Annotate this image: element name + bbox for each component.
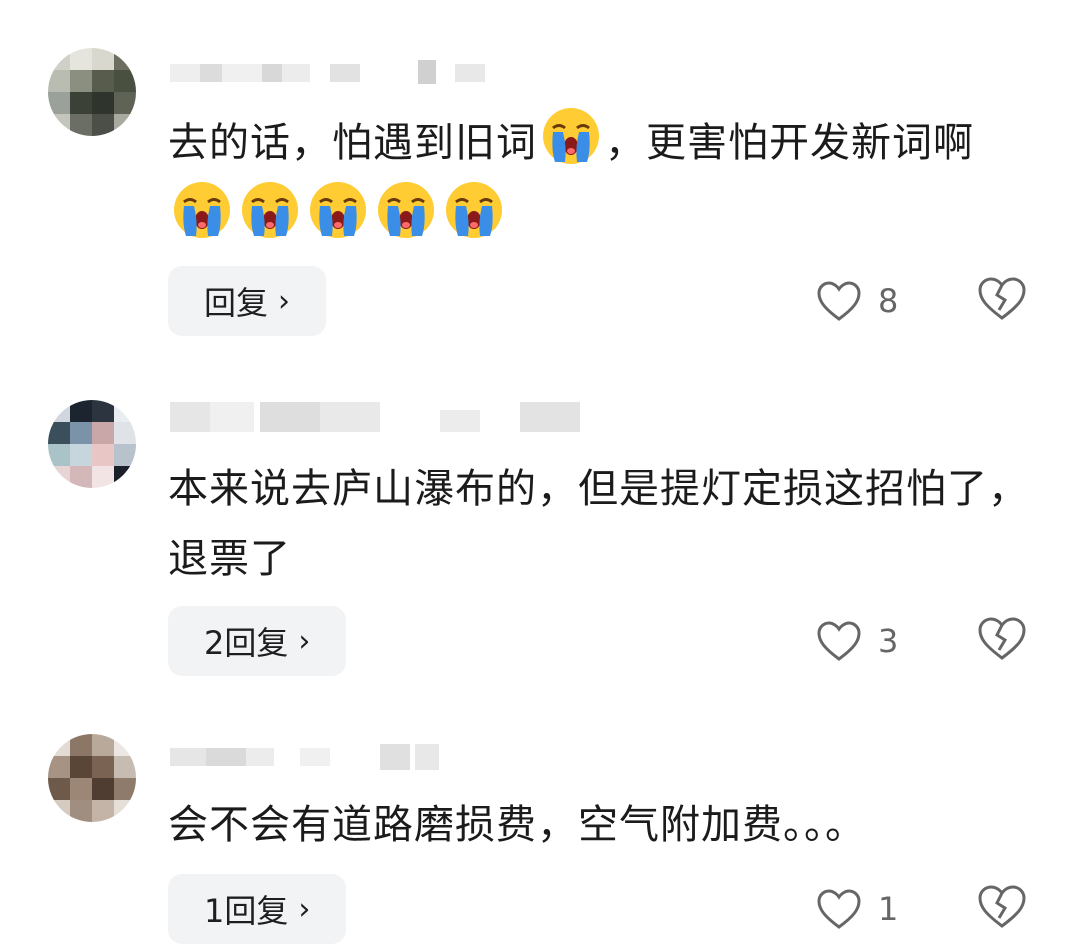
username-blurred[interactable] [170,744,500,770]
dislike-button[interactable] [977,616,1027,666]
reply-button[interactable]: 1回复 › [168,874,347,944]
like-button[interactable]: 8 [816,276,898,326]
dislike-button[interactable] [977,884,1027,934]
username-blurred[interactable] [170,402,580,432]
crying-face-icon [446,182,502,238]
avatar[interactable] [48,48,136,136]
broken-heart-icon [978,885,1026,928]
chevron-right-icon: › [298,891,311,927]
dislike-button[interactable] [977,276,1027,326]
comment-text: 会不会有道路磨损费，空气附加费。。。 [168,802,866,848]
chevron-right-icon: › [298,623,311,659]
crying-face-icon [378,182,434,238]
heart-outline-icon [817,281,861,321]
like-button[interactable]: 3 [816,616,898,666]
heart-outline-icon [817,621,861,661]
like-count: 3 [878,622,899,660]
comment-text: 去的话，怕遇到旧词 ，更害怕开发新词啊 [168,104,1038,252]
reply-button[interactable]: 2回复 › [168,606,347,676]
crying-face-icon [310,182,366,238]
like-button[interactable]: 1 [816,884,898,934]
like-count: 8 [878,282,899,320]
broken-heart-icon [978,277,1026,320]
crying-face-icon [242,182,298,238]
broken-heart-icon [978,617,1026,660]
avatar[interactable] [48,400,136,488]
comment-text: 本来说去庐山瀑布的，但是提灯定损这招怕了，退票了 [168,466,1029,582]
chevron-right-icon: › [278,283,291,319]
username-blurred[interactable] [170,60,500,86]
avatar[interactable] [48,734,136,822]
crying-face-icon [174,182,230,238]
crying-face-icon [543,108,599,164]
like-count: 1 [878,890,899,928]
heart-outline-icon [817,889,861,929]
reply-button[interactable]: 回复 › [168,266,327,336]
